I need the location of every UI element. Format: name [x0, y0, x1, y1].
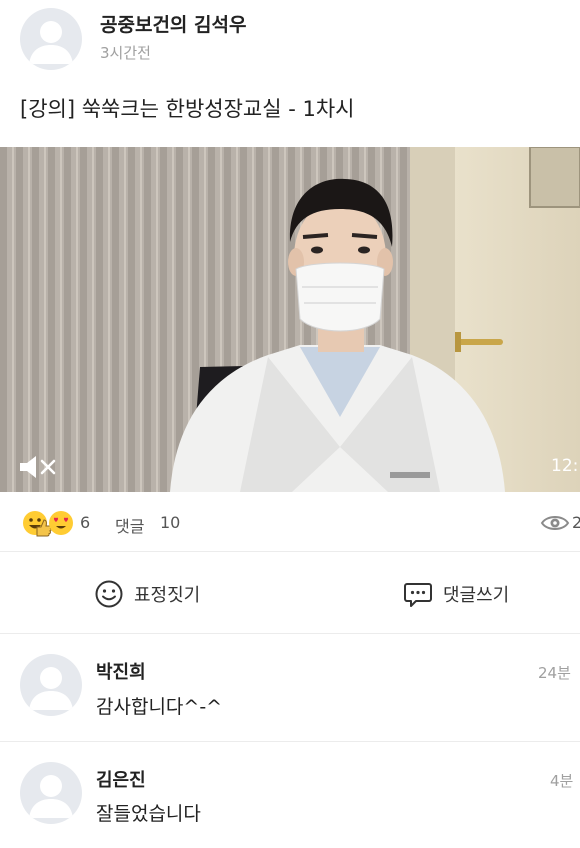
post-time: 3시간전: [100, 44, 151, 62]
commenter-name[interactable]: 박진희: [96, 658, 146, 684]
comment-text: 잘들었습니다: [96, 803, 201, 825]
write-comment-button[interactable]: 댓글쓰기: [403, 565, 543, 621]
author-name[interactable]: 공중보건의 김석우: [100, 10, 246, 37]
comment-time: 24분: [538, 664, 571, 682]
comment-text: 감사합니다^-^: [96, 696, 223, 718]
volume-mute-icon[interactable]: [18, 455, 60, 479]
divider: [0, 551, 580, 552]
commenter-avatar[interactable]: [20, 654, 82, 716]
comment-count-label[interactable]: 댓글: [115, 513, 144, 537]
divider: [0, 633, 580, 634]
divider: [0, 741, 580, 742]
commenter-avatar[interactable]: [20, 762, 82, 824]
view-count: 2: [572, 513, 580, 532]
eye-icon: [540, 512, 570, 534]
author-avatar[interactable]: [20, 8, 82, 70]
react-button[interactable]: 표정짓기: [94, 565, 234, 621]
post-title: [강의] 쑥쑥크는 한방성장교실 - 1차시: [20, 97, 355, 121]
video-player[interactable]: [0, 147, 580, 492]
commenter-name[interactable]: 김은진: [96, 766, 146, 792]
comment-time: 4분: [550, 772, 574, 790]
react-button-label: 표정짓기: [134, 585, 201, 606]
write-comment-label: 댓글쓰기: [443, 585, 510, 606]
comment-bubble-icon: [404, 583, 432, 607]
reaction-count: 6: [80, 513, 91, 532]
heart-eyes-emoji-icon[interactable]: [48, 510, 74, 536]
video-frame: [0, 147, 580, 492]
smile-icon: [95, 580, 123, 608]
video-duration: 12:: [551, 456, 579, 476]
comment-count[interactable]: 10: [160, 513, 180, 532]
